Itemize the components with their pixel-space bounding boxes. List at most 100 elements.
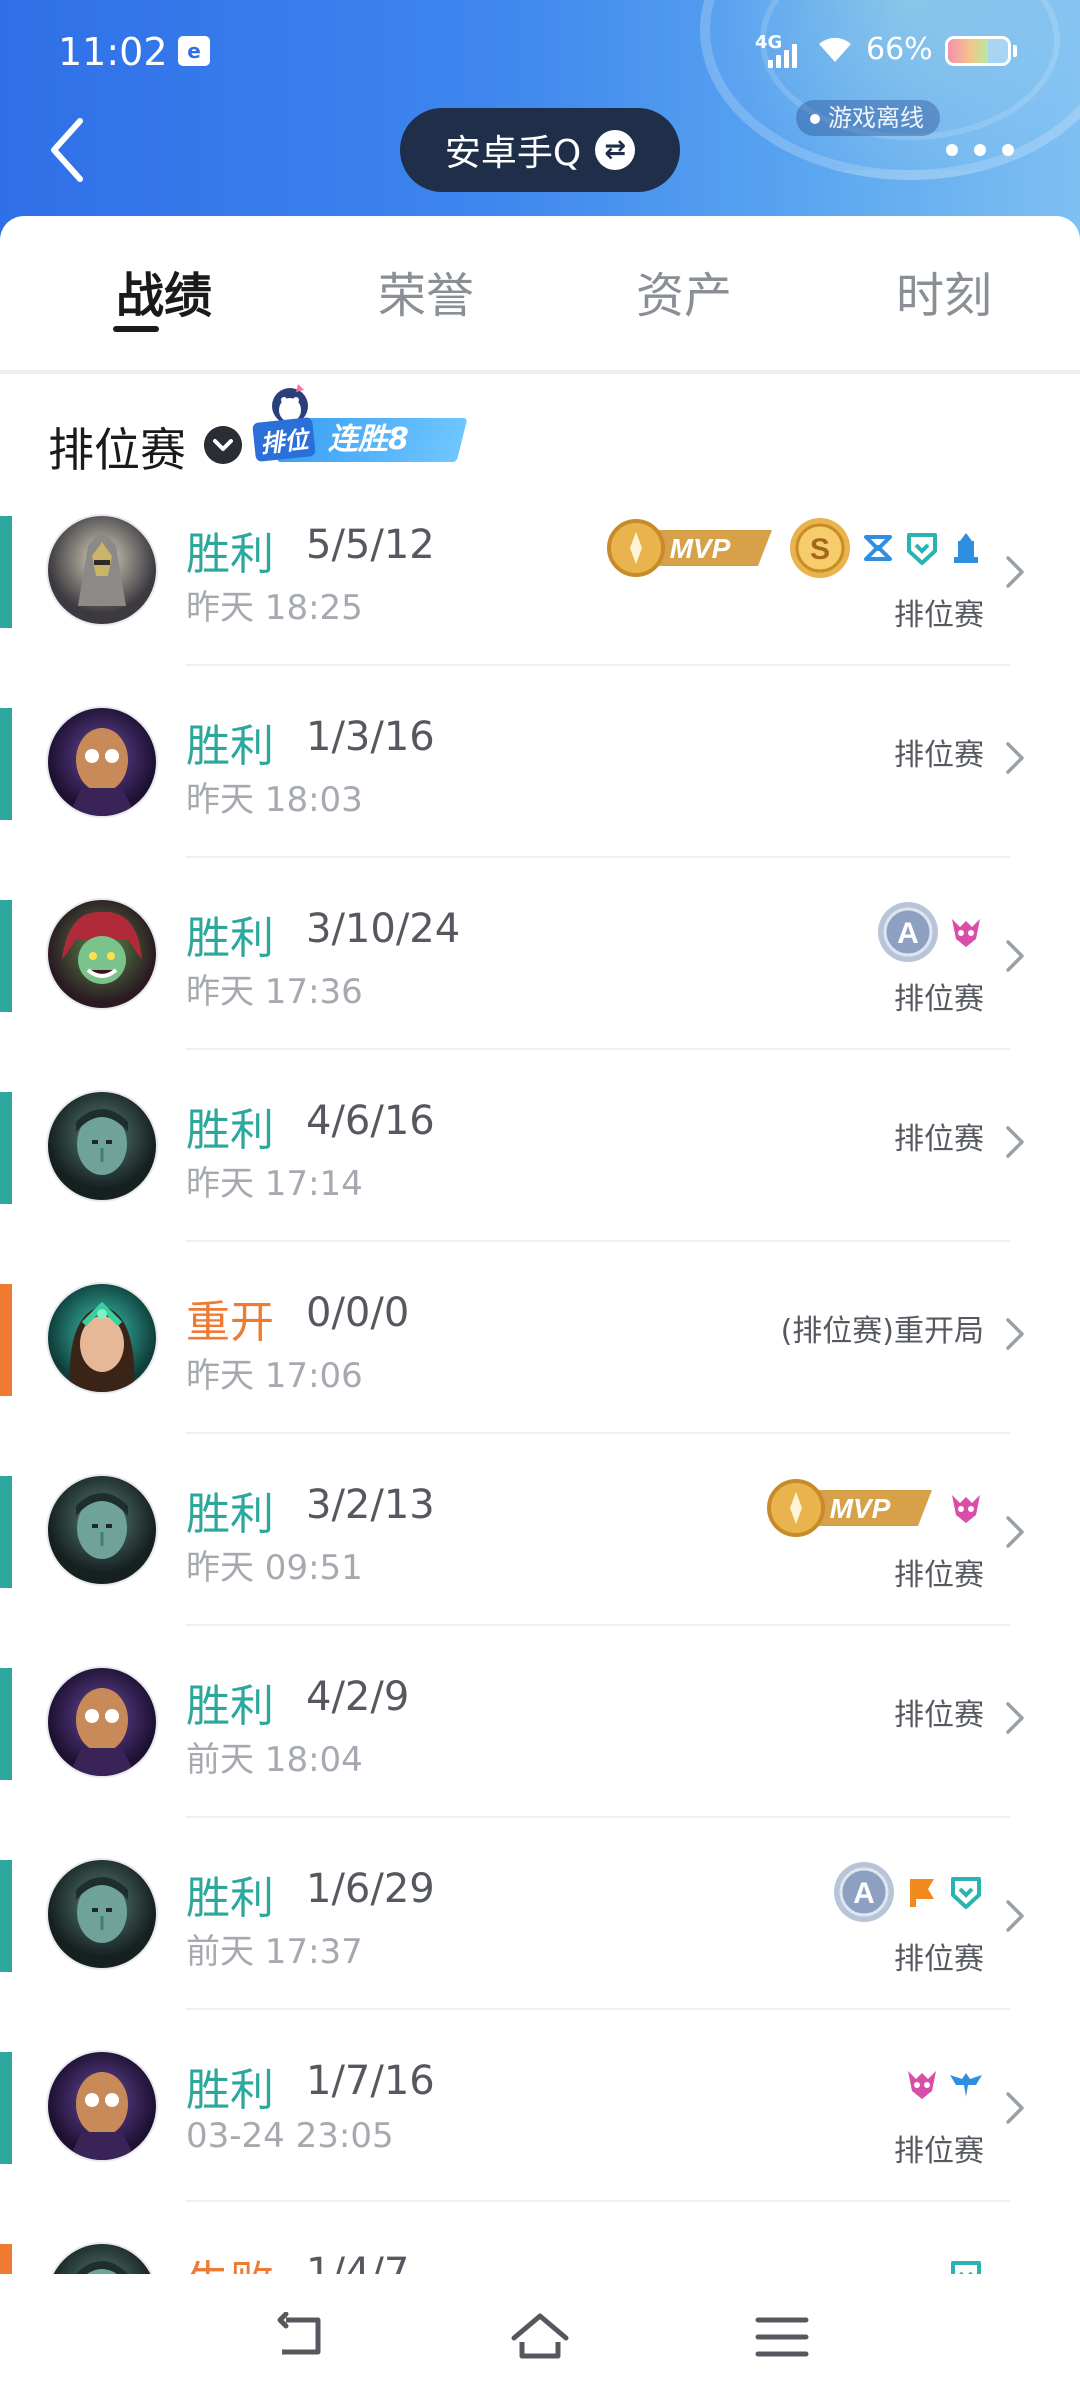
match-kda: 3/2/13 — [306, 1482, 435, 1528]
hero-avatar — [48, 2052, 156, 2160]
match-row[interactable]: 失败 1/4/7 — [0, 2234, 1080, 2274]
home-nav-icon[interactable] — [510, 2312, 570, 2362]
result-stripe — [0, 1476, 12, 1588]
more-button[interactable] — [946, 138, 1016, 162]
match-mode: 排位赛 — [894, 598, 984, 633]
match-row[interactable]: 胜利 1/7/16 03-24 23:05 排位赛 — [0, 2042, 1080, 2234]
streak-text: 连胜8 — [328, 422, 409, 457]
tab-assets[interactable]: 资产 — [636, 256, 732, 326]
back-button[interactable] — [40, 115, 100, 185]
tower-icon — [954, 533, 978, 563]
result-stripe — [0, 1092, 12, 1204]
mode-filter-label[interactable]: 排位赛 — [48, 414, 186, 480]
svg-text:MVP: MVP — [830, 1493, 891, 1524]
match-kda: 1/3/16 — [306, 714, 435, 760]
chevron-right-icon — [1006, 1516, 1024, 1548]
match-result: 失败 — [186, 2246, 274, 2274]
match-mode: 排位赛 — [894, 1698, 984, 1733]
status-bar: 11:02 e 4G 66% — [0, 0, 1080, 100]
match-mode: (排位赛)重开局 — [780, 1314, 984, 1349]
system-nav-bar — [0, 2274, 1080, 2400]
tab-honor[interactable]: 荣誉 — [378, 256, 474, 326]
row-divider — [186, 664, 1010, 666]
match-kda: 1/6/29 — [306, 1866, 435, 1912]
chevron-right-icon — [1006, 556, 1024, 588]
match-result: 胜利 — [186, 1489, 274, 1540]
row-divider — [186, 1048, 1010, 1050]
back-nav-icon[interactable] — [272, 2312, 332, 2362]
match-result: 胜利 — [186, 721, 274, 772]
match-row[interactable]: 胜利 1/6/29 前天 17:37 A 排位赛 — [0, 1850, 1080, 2042]
status-dot — [810, 114, 820, 124]
match-row[interactable]: 胜利 1/3/16 昨天 18:03 排位赛 — [0, 698, 1080, 890]
row-divider — [186, 1432, 1010, 1434]
row-divider — [186, 1240, 1010, 1242]
shield-icon — [907, 533, 937, 565]
hero-avatar — [48, 708, 156, 816]
account-name: 安卓手Q — [444, 133, 582, 174]
match-badges: A — [832, 1860, 984, 1924]
result-stripe — [0, 1860, 12, 1972]
match-row[interactable]: 重开 0/0/0 昨天 17:06 (排位赛)重开局 — [0, 1274, 1080, 1466]
mvp-badge: MVP — [607, 519, 772, 577]
match-time: 昨天 09:51 — [186, 1548, 363, 1588]
match-row[interactable]: 胜利 5/5/12 昨天 18:25 MVP S 排位赛 — [0, 506, 1080, 698]
gold-s-coin-icon: S — [790, 518, 850, 578]
match-result: 重开 — [186, 1297, 274, 1348]
battery-fill — [948, 39, 988, 63]
demon-icon — [908, 2071, 936, 2099]
a-rank-badge: A — [834, 1862, 894, 1922]
svg-text:A: A — [853, 1877, 875, 1910]
match-kda: 0/0/0 — [306, 1290, 410, 1336]
match-badges: MVP — [762, 1476, 984, 1540]
match-mode: 排位赛 — [894, 1558, 984, 1593]
game-status-text: 游戏离线 — [828, 104, 924, 132]
svg-text:A: A — [897, 917, 919, 950]
demon-icon — [952, 1495, 980, 1523]
account-switcher[interactable]: 安卓手Q ⇄ — [400, 108, 680, 192]
battery-tip — [1013, 45, 1017, 57]
menu-nav-icon[interactable] — [752, 2312, 812, 2362]
hero-avatar — [48, 2244, 156, 2274]
match-row[interactable]: 胜利 4/6/16 昨天 17:14 排位赛 — [0, 1082, 1080, 1274]
match-result: 胜利 — [186, 529, 274, 580]
row-divider — [186, 2008, 1010, 2010]
a-rank-badge: A — [878, 902, 938, 962]
match-result: 胜利 — [186, 1873, 274, 1924]
match-kda: 4/6/16 — [306, 1098, 435, 1144]
match-time: 03-24 23:05 — [186, 2116, 394, 2156]
result-stripe — [0, 708, 12, 820]
match-row[interactable]: 胜利 4/2/9 前天 18:04 排位赛 — [0, 1658, 1080, 1850]
tab-records[interactable]: 战绩 — [116, 256, 212, 326]
row-divider — [186, 1816, 1010, 1818]
hero-avatar — [48, 516, 156, 624]
match-mode: 排位赛 — [894, 2134, 984, 2169]
match-time: 昨天 17:36 — [186, 972, 363, 1012]
match-row[interactable]: 胜利 3/10/24 昨天 17:36 A 排位赛 — [0, 890, 1080, 1082]
tab-moments[interactable]: 时刻 — [896, 256, 992, 326]
demon-icon — [952, 919, 980, 947]
match-mode: 排位赛 — [894, 738, 984, 773]
match-row[interactable]: 胜利 3/2/13 昨天 09:51 MVP 排位赛 — [0, 1466, 1080, 1658]
game-status-badge: 游戏离线 — [796, 100, 940, 136]
result-stripe — [0, 1284, 12, 1396]
flag-icon — [910, 1879, 934, 1907]
chevron-down-icon[interactable] — [204, 426, 242, 464]
mvp-badge: MVP — [767, 1479, 932, 1537]
hero-avatar — [48, 1476, 156, 1584]
match-badges — [948, 2244, 984, 2274]
hero-avatar — [48, 900, 156, 1008]
chevron-right-icon — [1006, 1318, 1024, 1350]
result-stripe — [0, 516, 12, 628]
match-kda: 4/2/9 — [306, 1674, 410, 1720]
tab-bar: 战绩 荣誉 资产 时刻 — [0, 216, 1080, 374]
hero-avatar — [48, 1284, 156, 1392]
match-result: 胜利 — [186, 1681, 274, 1732]
network-icon — [864, 535, 892, 561]
match-badges: MVP S — [602, 516, 984, 580]
row-divider — [186, 2200, 1010, 2202]
chevron-right-icon — [1006, 1126, 1024, 1158]
row-divider — [186, 1624, 1010, 1626]
wifi-icon — [819, 37, 851, 62]
match-badges: A — [876, 900, 984, 964]
